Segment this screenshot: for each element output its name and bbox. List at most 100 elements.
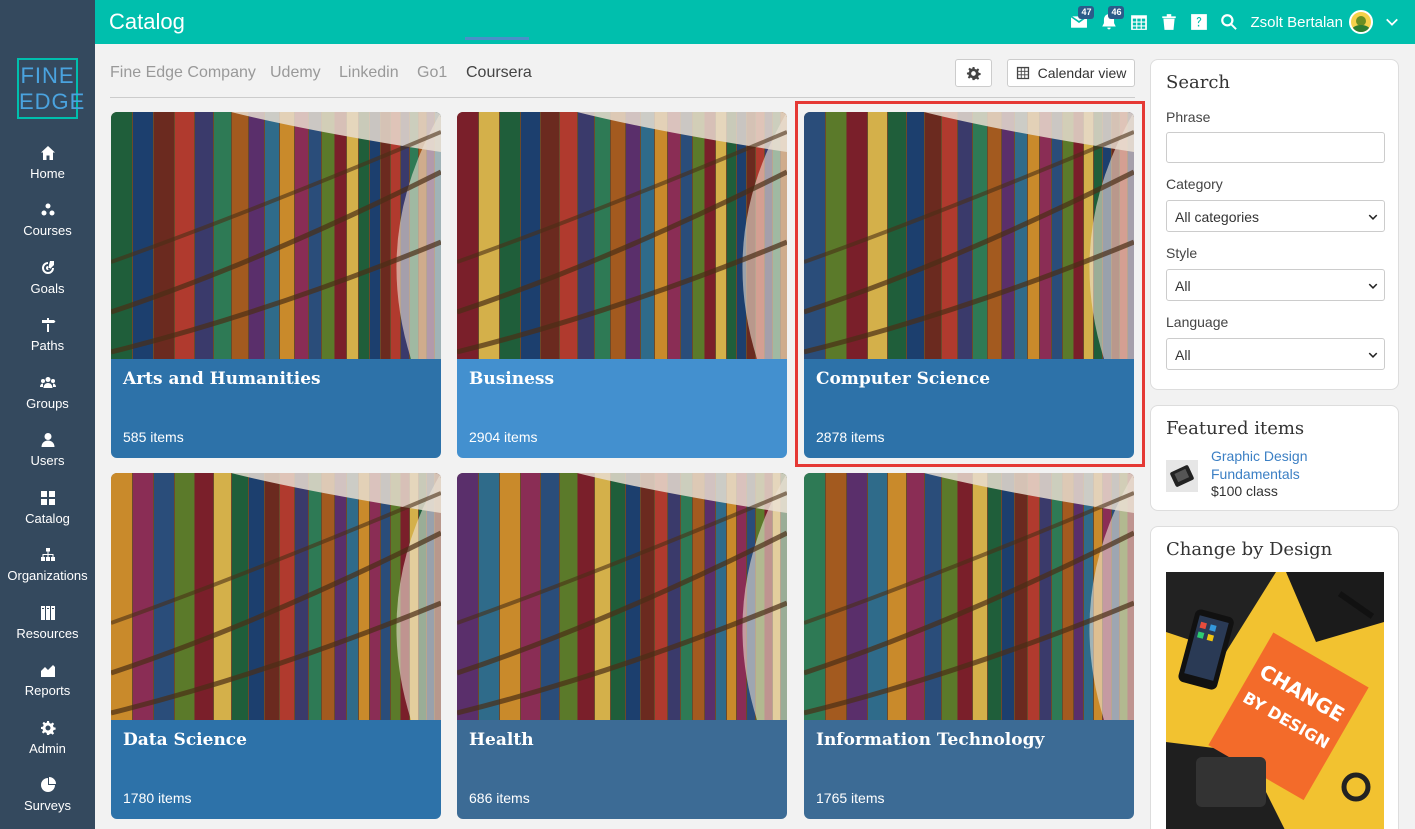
search-panel: Search Phrase Category All categories St…: [1150, 59, 1399, 390]
card-item-count: 2878 items: [816, 429, 885, 445]
bookshelf-image: [111, 473, 441, 720]
sidebar-item-paths[interactable]: Paths: [0, 307, 95, 365]
search-title: Search: [1166, 72, 1230, 93]
sidebar-item-courses[interactable]: Courses: [0, 192, 95, 250]
phrase-input[interactable]: [1166, 132, 1385, 163]
resources-icon: [40, 605, 55, 620]
settings-button[interactable]: [955, 59, 992, 87]
card-title: Computer Science: [816, 369, 991, 389]
messages-badge: 47: [1078, 6, 1095, 19]
sidebar-item-surveys[interactable]: Surveys: [0, 767, 95, 825]
sidebar-nav: Home Courses Goals Paths Groups Users Ca…: [0, 134, 95, 824]
card-title: Health: [469, 730, 534, 750]
bookshelf-image: [804, 112, 1134, 359]
help-icon: [1191, 14, 1208, 30]
top-icons: 47 46 Zsolt Bertalan: [1064, 0, 1399, 44]
tab-linkedin[interactable]: Linkedin: [339, 64, 399, 82]
search-button[interactable]: [1214, 0, 1244, 44]
card-item-count: 585 items: [123, 429, 184, 445]
catalog-card[interactable]: Computer Science 2878 items: [804, 112, 1134, 458]
calendar-view-button[interactable]: Calendar view: [1007, 59, 1135, 87]
sidebar-item-home[interactable]: Home: [0, 134, 95, 192]
language-select-value: All: [1175, 347, 1191, 363]
card-footer: Arts and Humanities 585 items: [111, 359, 441, 458]
tab-coursera[interactable]: Coursera: [466, 64, 532, 82]
chevron-down-icon[interactable]: [1385, 15, 1399, 29]
sidebar-item-label: Users: [30, 453, 65, 469]
user-name[interactable]: Zsolt Bertalan: [1250, 14, 1343, 31]
featured-thumbnail[interactable]: [1166, 460, 1198, 492]
logo-line-1: FINE: [20, 63, 75, 88]
active-tab-indicator: [465, 37, 529, 40]
sidebar-item-goals[interactable]: Goals: [0, 249, 95, 307]
card-title: Information Technology: [816, 730, 1045, 750]
notifications-badge: 46: [1108, 6, 1125, 19]
bookshelf-image: [457, 112, 787, 359]
trash-icon: [1162, 14, 1177, 30]
home-icon: [40, 145, 55, 160]
sidebar-item-resources[interactable]: Resources: [0, 594, 95, 652]
promo-image[interactable]: CHANGE BY DESIGN: [1166, 572, 1384, 829]
gear-icon: [966, 66, 981, 80]
catalog-card[interactable]: Data Science 1780 items: [111, 473, 441, 819]
card-footer: Information Technology 1765 items: [804, 720, 1134, 819]
help-button[interactable]: [1184, 0, 1214, 44]
tab-udemy[interactable]: Udemy: [270, 64, 321, 82]
sidebar-item-label: Surveys: [24, 798, 71, 814]
phrase-label: Phrase: [1166, 109, 1211, 125]
bookshelf-image: [804, 473, 1134, 720]
card-item-count: 686 items: [469, 790, 530, 806]
catalog-card[interactable]: Business 2904 items: [457, 112, 787, 458]
chevron-down-icon: [1368, 283, 1378, 289]
category-select[interactable]: All categories: [1166, 200, 1385, 232]
card-footer: Computer Science 2878 items: [804, 359, 1134, 458]
search-icon: [1221, 14, 1238, 30]
card-item-count: 1765 items: [816, 790, 885, 806]
notifications-button[interactable]: 46: [1094, 0, 1125, 44]
sidebar-item-label: Groups: [26, 395, 69, 411]
fine-edge-logo[interactable]: FINE EDGE: [17, 58, 86, 119]
sidebar-item-label: Resources: [16, 625, 79, 641]
category-select-value: All categories: [1175, 209, 1260, 225]
user-icon: [41, 433, 54, 448]
category-label: Category: [1166, 176, 1223, 192]
featured-panel: Featured items Graphic Design Fundamenta…: [1150, 405, 1399, 511]
sidebar-item-label: Reports: [24, 683, 71, 699]
card-title: Business: [469, 369, 555, 389]
sidebar-item-organizations[interactable]: Organizations: [0, 537, 95, 595]
sidebar-item-users[interactable]: Users: [0, 422, 95, 480]
card-item-count: 1780 items: [123, 790, 192, 806]
language-label: Language: [1166, 314, 1229, 330]
logo-line-2: EDGE: [19, 89, 86, 114]
tab-fine-edge-company[interactable]: Fine Edge Company: [110, 64, 256, 82]
catalog-card[interactable]: Arts and Humanities 585 items: [111, 112, 441, 458]
sidebar-item-catalog[interactable]: Catalog: [0, 479, 95, 537]
sidebar-item-reports[interactable]: Reports: [0, 652, 95, 710]
sidebar-item-label: Admin: [29, 740, 66, 756]
trash-button[interactable]: [1154, 0, 1184, 44]
catalog-card[interactable]: Health 686 items: [457, 473, 787, 819]
card-title: Arts and Humanities: [123, 369, 321, 389]
catalog-icon: [40, 490, 55, 505]
tab-go1[interactable]: Go1: [417, 64, 447, 82]
style-label: Style: [1166, 245, 1198, 261]
sidebar-item-admin[interactable]: Admin: [0, 709, 95, 767]
calendar-button[interactable]: [1124, 0, 1154, 44]
featured-item-price: $100 class: [1211, 483, 1278, 499]
page-title: Catalog: [109, 9, 185, 34]
catalog-card[interactable]: Information Technology 1765 items: [804, 473, 1134, 819]
goals-icon: [41, 260, 54, 274]
bookshelf-image: [111, 112, 441, 359]
top-bar: Catalog 47 46 Zsolt Bertalan: [0, 0, 1415, 44]
featured-title: Featured items: [1166, 418, 1305, 439]
sidebar-item-label: Catalog: [25, 510, 70, 526]
avatar[interactable]: [1349, 10, 1373, 34]
featured-item-link[interactable]: Graphic Design Fundamentals: [1211, 447, 1331, 483]
language-select[interactable]: All: [1166, 338, 1385, 370]
sidebar-item-groups[interactable]: Groups: [0, 364, 95, 422]
messages-button[interactable]: 47: [1064, 0, 1095, 44]
style-select[interactable]: All: [1166, 269, 1385, 301]
paths-icon: [41, 318, 55, 333]
gear-icon: [40, 720, 56, 735]
card-footer: Health 686 items: [457, 720, 787, 819]
